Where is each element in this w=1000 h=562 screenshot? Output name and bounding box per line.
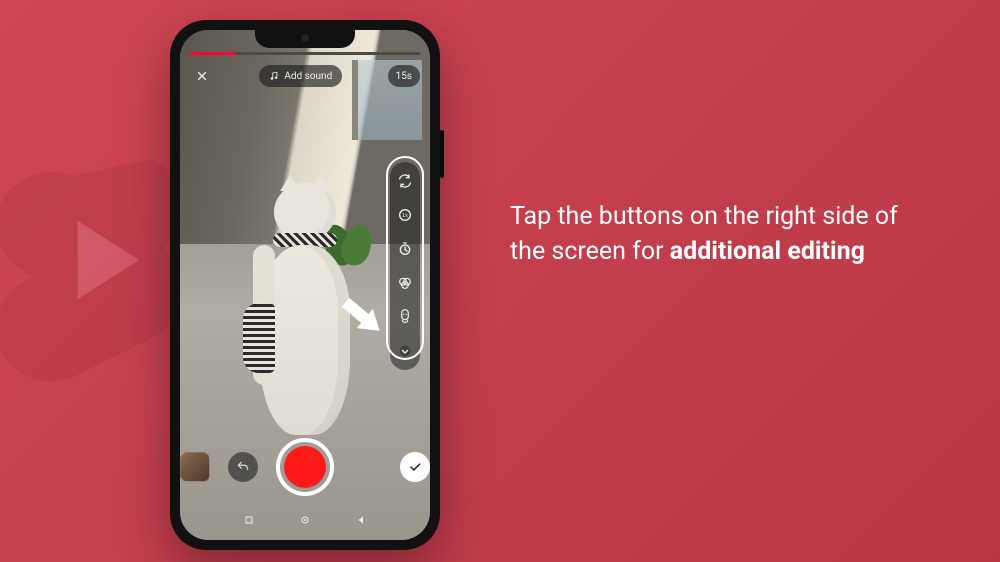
editing-toolbar: 1x (390, 162, 420, 370)
close-button[interactable] (190, 64, 214, 88)
speed-icon: 1x (397, 207, 413, 223)
expand-button[interactable] (396, 342, 414, 360)
recent-apps-icon[interactable] (243, 514, 255, 526)
check-icon (408, 460, 422, 474)
chevron-down-icon (397, 343, 413, 359)
home-icon[interactable] (299, 514, 311, 526)
flip-camera-button[interactable] (396, 172, 414, 190)
speed-button[interactable]: 1x (396, 206, 414, 224)
effects-icon (397, 309, 413, 325)
duration-button[interactable]: 15s (388, 65, 420, 87)
instruction-text: Tap the buttons on the right side of the… (510, 200, 900, 269)
close-icon (195, 69, 209, 83)
undo-button[interactable] (228, 452, 258, 482)
svg-text:1x: 1x (402, 213, 408, 219)
back-icon[interactable] (355, 514, 367, 526)
add-sound-button[interactable]: Add sound (259, 65, 342, 87)
filters-icon (397, 275, 413, 291)
effects-button[interactable] (396, 308, 414, 326)
music-note-icon (269, 71, 279, 81)
add-sound-label: Add sound (284, 71, 332, 82)
gallery-button[interactable] (180, 452, 210, 482)
timer-icon (397, 241, 413, 257)
android-nav-bar (180, 508, 430, 532)
phone-screen: Add sound 15s 1x (180, 30, 430, 540)
duration-label: 15s (396, 71, 412, 82)
recording-progress-bar (190, 52, 420, 55)
timer-button[interactable] (396, 240, 414, 258)
filters-button[interactable] (396, 274, 414, 292)
phone-notch (255, 30, 355, 48)
phone-mockup: Add sound 15s 1x (170, 20, 440, 550)
flip-camera-icon (397, 173, 413, 189)
instruction-bold: additional editing (670, 237, 865, 266)
undo-icon (236, 460, 250, 474)
confirm-button[interactable] (400, 452, 430, 482)
record-button[interactable] (276, 438, 334, 496)
bottom-controls (180, 438, 430, 496)
top-bar: Add sound 15s (190, 64, 420, 88)
